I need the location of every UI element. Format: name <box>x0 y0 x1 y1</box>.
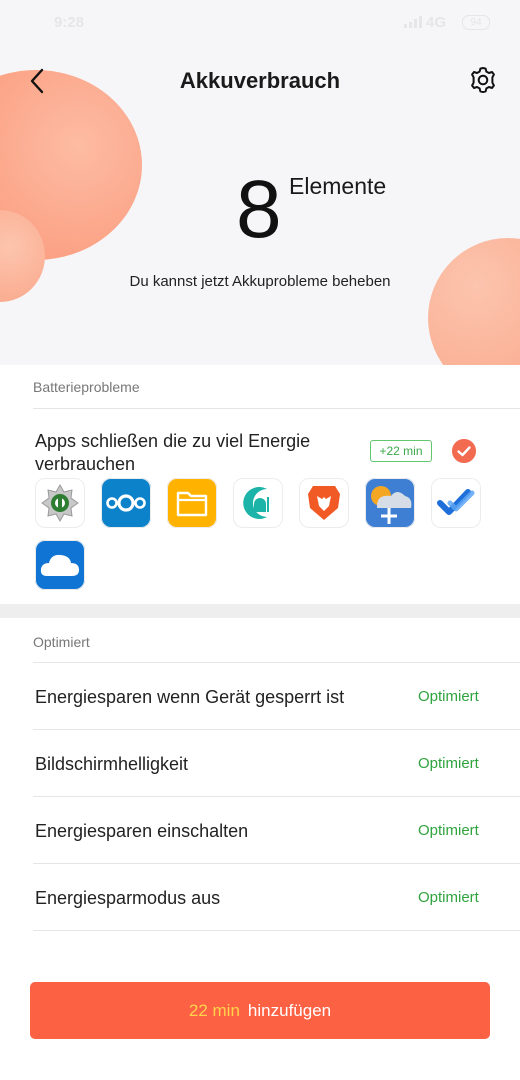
nextcloud-app-icon[interactable] <box>101 478 151 528</box>
optimized-row-label: Energiesparen wenn Gerät gesperrt ist <box>35 687 345 707</box>
app-icon-list <box>35 478 495 590</box>
divider <box>33 729 520 730</box>
issue-count: 8 <box>236 164 282 255</box>
add-time-button[interactable]: 22 min hinzufügen <box>30 982 490 1039</box>
optimized-status: Optimiert <box>418 889 479 906</box>
tasks-checkmark-app-icon[interactable] <box>431 478 481 528</box>
divider <box>33 930 520 931</box>
optimized-status: Optimiert <box>418 822 479 839</box>
signal-icon <box>404 16 422 28</box>
weather-windmill-app-icon[interactable] <box>365 478 415 528</box>
optimized-row[interactable]: Energiesparmodus aus Optimiert <box>0 865 520 931</box>
network-type: 4G <box>426 14 447 31</box>
optimized-row[interactable]: Energiesparen einschalten Optimiert <box>0 798 520 864</box>
decor-circle <box>428 238 520 365</box>
optimized-row-label: Energiesparmodus aus <box>35 888 221 908</box>
time-gain-badge: +22 min <box>370 440 432 462</box>
checkbox-checked-icon[interactable] <box>452 439 476 463</box>
optimized-row[interactable]: Energiesparen wenn Gerät gesperrt ist Op… <box>0 664 520 730</box>
page-title: Akkuverbrauch <box>179 68 341 93</box>
status-time: 9:28 <box>54 14 85 31</box>
optimized-status: Optimiert <box>418 688 479 705</box>
problem-item-title[interactable]: Apps schließen die zu viel Energie verbr… <box>35 430 355 476</box>
optimized-status: Optimiert <box>418 755 479 772</box>
divider <box>33 662 520 663</box>
issue-count-unit: Elemente <box>289 173 387 199</box>
summary-subtitle: Du kannst jetzt Akkuprobleme beheben <box>129 273 391 290</box>
divider <box>33 863 520 864</box>
cloud-app-icon[interactable] <box>35 540 85 590</box>
section-label-battery-problems: Batterieprobleme <box>33 379 140 395</box>
divider <box>33 408 520 409</box>
optimized-row-label: Energiesparen einschalten <box>35 821 249 841</box>
police-badge-app-icon[interactable] <box>35 478 85 528</box>
brave-lion-app-icon[interactable] <box>299 478 349 528</box>
files-folder-app-icon[interactable] <box>167 478 217 528</box>
section-label-optimized: Optimiert <box>33 634 90 650</box>
section-separator <box>0 604 520 618</box>
optimized-row-label: Bildschirmhelligkeit <box>35 754 189 774</box>
add-time-label: hinzufügen <box>247 1000 332 1020</box>
optimized-row[interactable]: Bildschirmhelligkeit Optimiert <box>0 731 520 797</box>
settings-gear-icon[interactable] <box>468 65 498 95</box>
battery-icon: 94 <box>462 15 490 30</box>
status-bar: 9:28 4G 94 <box>0 0 520 46</box>
mosque-crescent-app-icon[interactable] <box>233 478 283 528</box>
add-time-amount: 22 min <box>188 1000 240 1020</box>
divider <box>33 796 520 797</box>
